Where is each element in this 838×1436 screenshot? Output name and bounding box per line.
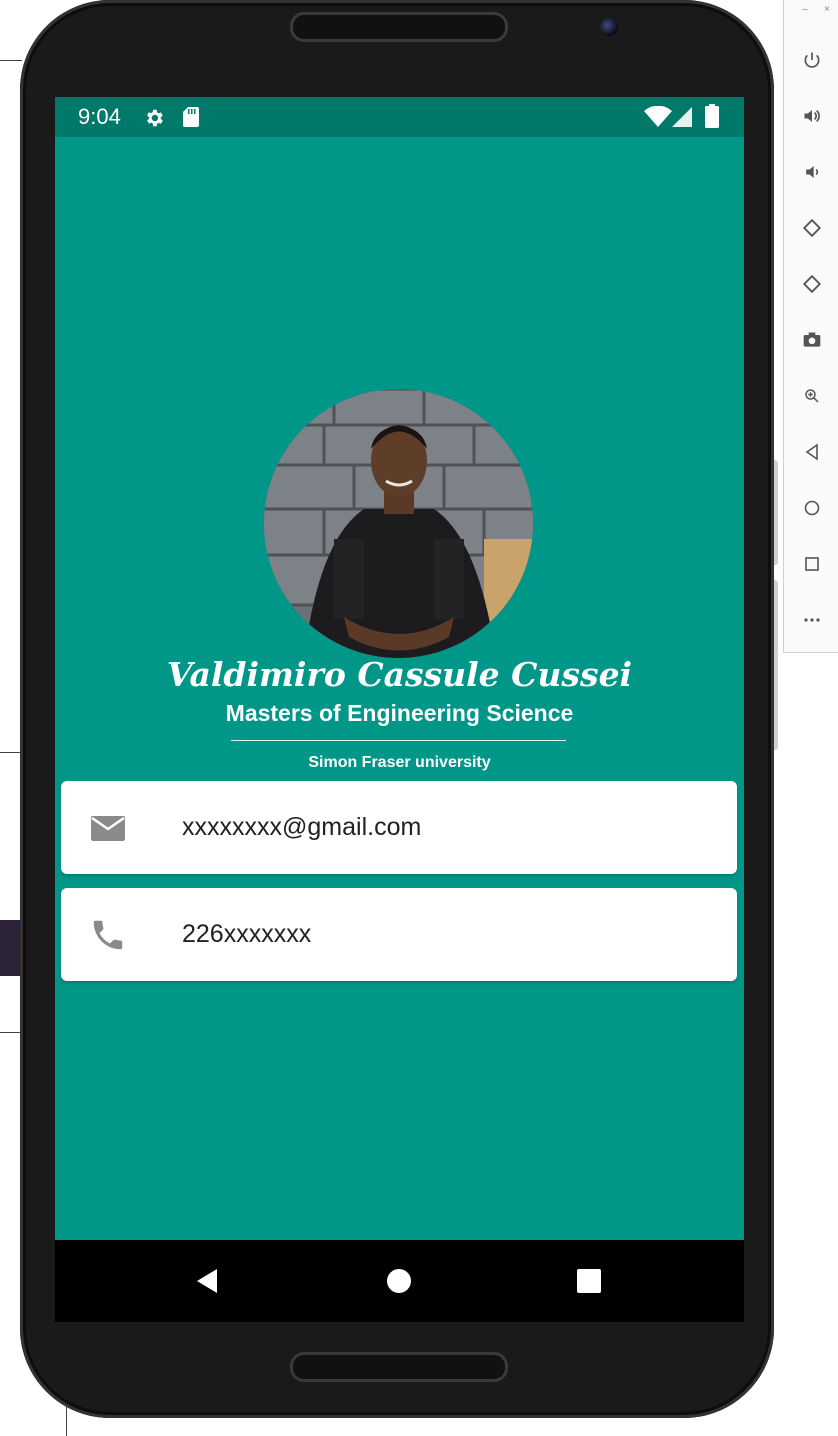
desktop-divider bbox=[66, 1405, 67, 1436]
desktop-divider bbox=[0, 1032, 22, 1033]
zoom-button[interactable] bbox=[794, 378, 830, 414]
wifi-icon bbox=[644, 106, 672, 127]
nav-bar bbox=[55, 1240, 744, 1322]
volume-down-icon bbox=[806, 166, 819, 178]
more-icon bbox=[804, 618, 820, 622]
home-icon bbox=[804, 500, 820, 516]
status-bar: 9:04 bbox=[55, 97, 744, 137]
back-icon bbox=[805, 443, 818, 461]
desktop-panel bbox=[0, 920, 20, 976]
zoom-icon bbox=[805, 389, 819, 403]
rotate-left-icon bbox=[802, 218, 822, 238]
volume-up-button[interactable] bbox=[794, 98, 830, 134]
profile-school: Simon Fraser university bbox=[308, 754, 491, 771]
front-camera bbox=[600, 18, 618, 36]
email-card[interactable]: xxxxxxxx@gmail.com bbox=[61, 781, 737, 874]
volume-down-button[interactable] bbox=[794, 154, 830, 190]
back-icon[interactable] bbox=[195, 1268, 219, 1294]
overview-button[interactable] bbox=[794, 546, 830, 582]
email-text: xxxxxxxx@gmail.com bbox=[182, 813, 422, 841]
phone-icon bbox=[93, 920, 123, 950]
desktop-divider bbox=[0, 752, 22, 753]
home-icon[interactable] bbox=[386, 1268, 412, 1294]
back-button[interactable] bbox=[794, 434, 830, 470]
more-button[interactable] bbox=[794, 602, 830, 638]
home-button[interactable] bbox=[794, 490, 830, 526]
profile-name: Valdimiro Cassule Cussei bbox=[166, 655, 633, 694]
camera-icon bbox=[803, 332, 821, 347]
overview-icon bbox=[805, 557, 819, 571]
volume-up-icon bbox=[804, 109, 820, 123]
phone-card[interactable]: 226xxxxxxx bbox=[61, 888, 737, 981]
profile-divider bbox=[231, 740, 566, 741]
profile-avatar bbox=[264, 389, 533, 658]
recents-icon[interactable] bbox=[577, 1269, 601, 1293]
top-speaker bbox=[290, 12, 508, 42]
desktop-divider bbox=[0, 60, 22, 61]
sd-card-icon bbox=[183, 107, 199, 127]
gear-icon bbox=[147, 109, 163, 127]
power-icon bbox=[804, 52, 820, 68]
window-controls[interactable]: – × bbox=[784, 0, 838, 24]
signal-icon bbox=[672, 107, 692, 127]
status-time: 9:04 bbox=[78, 104, 121, 129]
bottom-speaker bbox=[290, 1352, 508, 1382]
rotate-right-button[interactable] bbox=[794, 266, 830, 302]
emulator-toolbar: – × bbox=[783, 0, 838, 653]
rotate-right-icon bbox=[802, 274, 822, 294]
avatar-photo bbox=[264, 389, 533, 658]
phone-text: 226xxxxxxx bbox=[182, 920, 312, 948]
power-button[interactable] bbox=[794, 42, 830, 78]
profile-degree: Masters of Engineering Science bbox=[225, 700, 574, 726]
rotate-left-button[interactable] bbox=[794, 210, 830, 246]
close-icon[interactable]: × bbox=[824, 4, 830, 15]
screenshot-button[interactable] bbox=[794, 322, 830, 358]
battery-icon bbox=[705, 104, 719, 128]
mail-icon bbox=[91, 816, 125, 841]
app-screen: 9:04 Valdimiro Cassule Cussei Masters of… bbox=[55, 97, 744, 1322]
minimize-icon[interactable]: – bbox=[802, 4, 808, 15]
